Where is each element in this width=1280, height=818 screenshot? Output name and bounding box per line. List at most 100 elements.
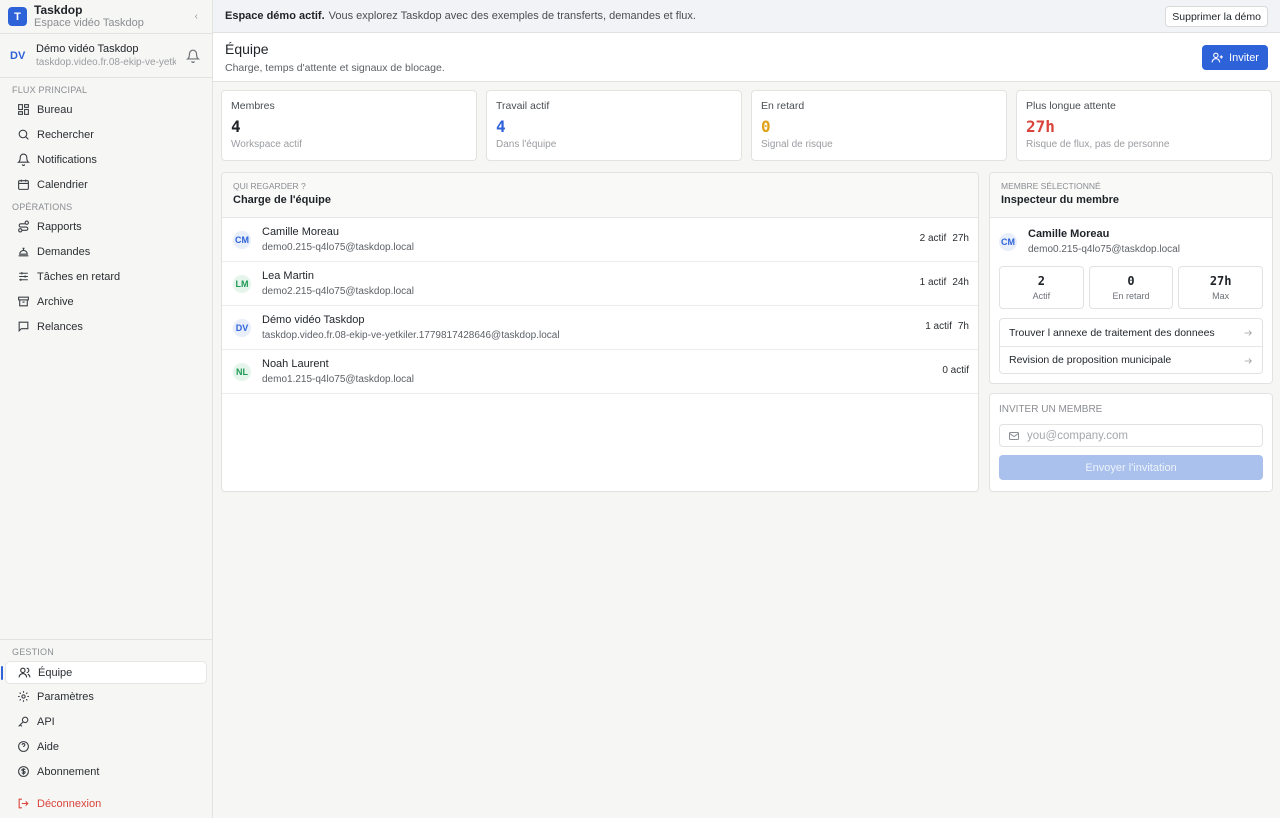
sidebar-item-parametres[interactable]: Paramètres: [5, 685, 207, 708]
inspector-header: MEMBRE SÉLECTIONNÉ Inspecteur du membre: [990, 173, 1272, 218]
section-label-main: FLUX PRINCIPAL: [12, 85, 88, 95]
banner-bold: Espace démo actif.: [225, 10, 325, 22]
stat-label: Plus longue attente: [1026, 100, 1116, 112]
stat-value: 4: [496, 117, 506, 136]
invite-email-input[interactable]: you@company.com: [999, 424, 1263, 447]
mini-stat-max: 27h Max: [1178, 266, 1264, 309]
member-email: demo2.215-q4lo75@taskdop.local: [262, 285, 414, 297]
bell-icon: [17, 153, 30, 166]
dashboard-icon: [18, 104, 29, 115]
stat-label: Travail actif: [496, 100, 550, 112]
stat-card-members: Membres 4 Workspace actif: [221, 90, 477, 161]
invite-label: INVITER UN MEMBRE: [999, 404, 1103, 415]
invite-button-label: Inviter: [1229, 51, 1259, 64]
sidebar-item-label: Rechercher: [37, 128, 94, 141]
message-icon: [18, 321, 29, 333]
selected-member-name: Camille Moreau: [1028, 228, 1110, 240]
member-row[interactable]: LM Lea Martin demo2.215-q4lo75@taskdop.l…: [222, 262, 978, 306]
logout-label: Déconnexion: [37, 797, 102, 810]
member-task-list: Trouver l annexe de traitement des donne…: [999, 318, 1263, 374]
sidebar-item-demandes[interactable]: Demandes: [5, 240, 207, 263]
brand-name: Taskdop: [34, 2, 83, 17]
sidebar-item-label: Tâches en retard: [37, 270, 121, 283]
stat-hint: Workspace actif: [231, 139, 302, 150]
member-active-count: 0 actif: [942, 365, 969, 376]
archive-icon: [18, 296, 29, 307]
sidebar-item-equipe[interactable]: Équipe: [1, 661, 207, 684]
member-name: Démo vidéo Taskdop: [262, 313, 365, 326]
member-wait: 27h: [952, 233, 969, 244]
user-plus-icon: [1211, 52, 1223, 63]
workspace-name: Démo vidéo Taskdop: [36, 42, 139, 55]
dollar-icon: [18, 766, 29, 777]
task-title: Trouver l annexe de traitement des donne…: [1009, 326, 1215, 339]
send-invitation-button[interactable]: Envoyer l'invitation: [999, 455, 1263, 480]
member-wait: 24h: [952, 277, 969, 288]
stat-value: 27h: [1026, 117, 1055, 136]
page-subtitle: Charge, temps d'attente et signaux de bl…: [225, 62, 445, 74]
member-row[interactable]: DV Démo vidéo Taskdop taskdop.video.fr.0…: [222, 306, 978, 350]
sidebar-item-rechercher[interactable]: Rechercher: [5, 123, 207, 146]
invite-button[interactable]: Inviter: [1202, 45, 1268, 70]
task-item[interactable]: Trouver l annexe de traitement des donne…: [1000, 319, 1262, 346]
sidebar-item-rapports[interactable]: Rapports: [5, 215, 207, 238]
sidebar-item-aide[interactable]: Aide: [5, 735, 207, 758]
inspector-title: Inspecteur du membre: [1001, 194, 1119, 206]
inspector-eyebrow: MEMBRE SÉLECTIONNÉ: [1001, 181, 1101, 191]
users-icon: [18, 667, 31, 678]
sidebar-bottom-group: GESTION Équipe Paramètres API Aide Abonn…: [0, 639, 212, 815]
sidebar-item-archive[interactable]: Archive: [5, 290, 207, 313]
member-email: demo1.215-q4lo75@taskdop.local: [262, 373, 414, 385]
gear-icon: [18, 691, 29, 702]
sidebar-item-label: Paramètres: [37, 690, 94, 703]
logout-button[interactable]: Déconnexion: [5, 792, 207, 815]
mini-stat-active: 2 Actif: [999, 266, 1084, 309]
member-name: Noah Laurent: [262, 357, 329, 370]
mail-icon: [1009, 431, 1019, 440]
brand-logo: T: [8, 7, 27, 26]
stat-hint: Signal de risque: [761, 139, 833, 150]
member-row[interactable]: CM Camille Moreau demo0.215-q4lo75@taskd…: [222, 218, 978, 262]
mini-stat-overdue: 0 En retard: [1088, 266, 1174, 309]
sidebar-item-label: Aide: [37, 740, 60, 753]
stat-label: Membres: [231, 100, 275, 112]
sidebar-item-label: Équipe: [38, 666, 73, 679]
avatar: CM: [233, 230, 251, 249]
sidebar-item-label: Calendrier: [37, 178, 88, 191]
member-inspector: MEMBRE SÉLECTIONNÉ Inspecteur du membre …: [989, 172, 1273, 384]
section-label-ops: OPÉRATIONS: [12, 202, 73, 212]
logout-icon: [18, 798, 29, 809]
mini-stat-value: 27h: [1209, 274, 1232, 288]
member-row[interactable]: NL Noah Laurent demo1.215-q4lo75@taskdop…: [222, 350, 978, 394]
bell-concierge-icon: [18, 247, 29, 257]
invite-email-placeholder: you@company.com: [1027, 429, 1128, 442]
sidebar-item-bureau[interactable]: Bureau: [5, 98, 207, 121]
sidebar-item-taches-en-retard[interactable]: Tâches en retard: [5, 265, 207, 288]
sidebar-item-abonnement[interactable]: Abonnement: [5, 760, 207, 783]
brand: T Taskdop Espace vidéo Taskdop ‹: [0, 0, 212, 33]
sidebar-item-api[interactable]: API: [5, 710, 207, 733]
page-title: Équipe: [225, 41, 269, 57]
sidebar-item-relances[interactable]: Relances: [5, 315, 207, 338]
selected-member: CM Camille Moreau demo0.215-q4lo75@taskd…: [990, 218, 1272, 266]
sidebar: T Taskdop Espace vidéo Taskdop ‹ DV Démo…: [0, 0, 213, 818]
team-panel-header: QUI REGARDER ? Charge de l'équipe: [222, 173, 978, 218]
collapse-sidebar-icon[interactable]: ‹: [195, 11, 198, 22]
task-item[interactable]: Revision de proposition municipale: [1000, 346, 1262, 373]
sidebar-item-notifications[interactable]: Notifications: [5, 148, 207, 171]
sidebar-item-calendrier[interactable]: Calendrier: [5, 173, 207, 196]
mini-stat-value: 0: [1127, 274, 1135, 288]
stat-hint: Risque de flux, pas de personne: [1026, 139, 1170, 150]
sidebar-item-label: Abonnement: [37, 765, 100, 778]
section-label-gestion: GESTION: [12, 647, 54, 657]
banner-text: Vous explorez Taskdop avec des exemples …: [328, 10, 696, 22]
calendar-icon: [18, 179, 29, 190]
sidebar-item-label: API: [37, 715, 55, 728]
bell-icon[interactable]: [186, 49, 200, 63]
sidebar-item-label: Demandes: [37, 245, 91, 258]
workspace-switcher[interactable]: DV Démo vidéo Taskdop taskdop.video.fr.0…: [0, 33, 212, 78]
help-icon: [18, 741, 29, 752]
delete-demo-button[interactable]: Supprimer la démo: [1165, 6, 1268, 27]
stat-value: 4: [231, 117, 241, 136]
member-active-count: 1 actif: [925, 321, 952, 332]
